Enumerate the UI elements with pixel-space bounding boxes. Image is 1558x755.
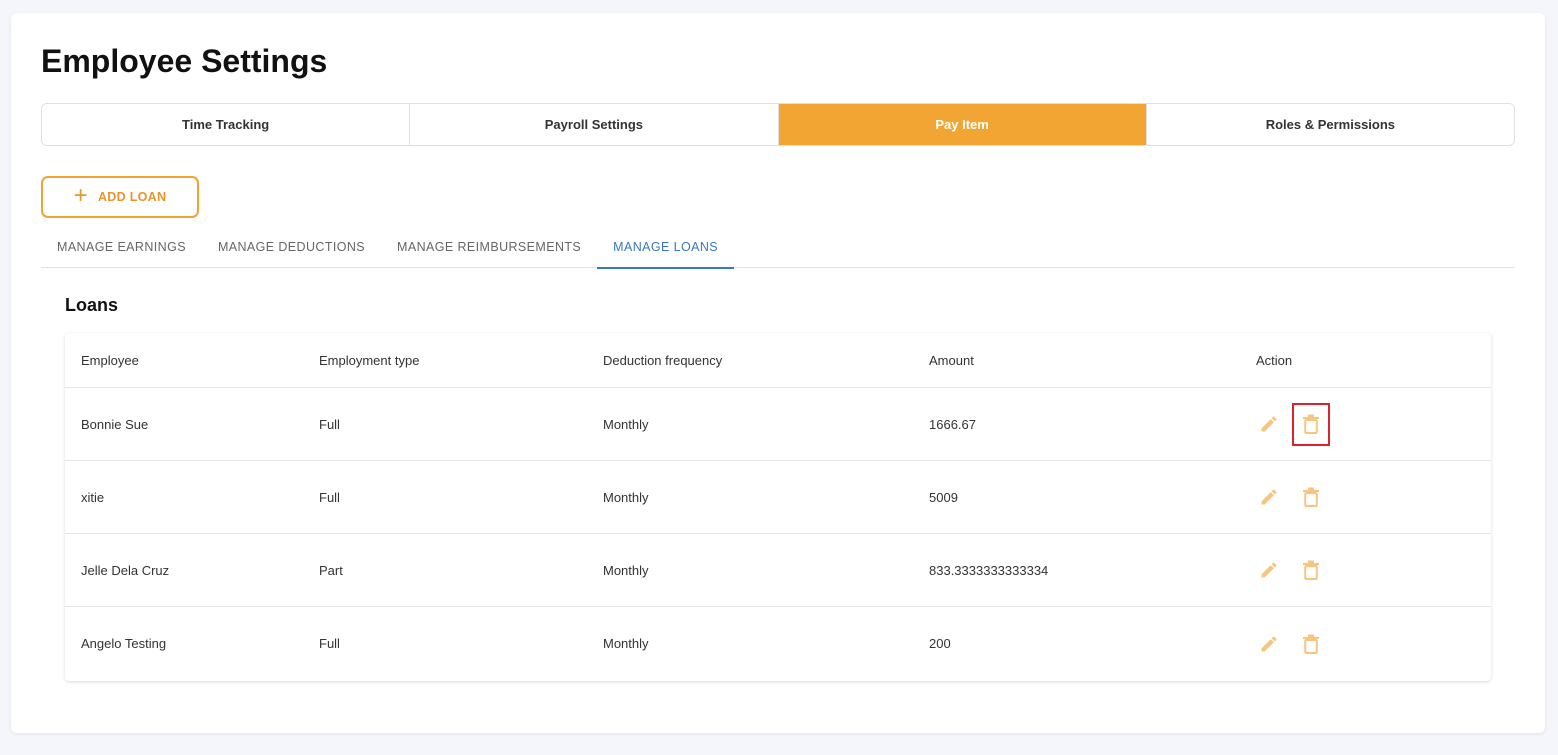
- pencil-icon[interactable]: [1256, 549, 1282, 592]
- header-employment-type: Employment type: [319, 352, 420, 368]
- subtab-manage-reimbursements[interactable]: MANAGE REIMBURSEMENTS: [381, 226, 597, 268]
- add-loan-button[interactable]: + ADD LOAN: [41, 176, 199, 218]
- table-row: xitie Full Monthly 5009: [65, 461, 1491, 534]
- cell-employee: Jelle Dela Cruz: [81, 562, 170, 578]
- table-header-row: Employee Employment type Deduction frequ…: [65, 333, 1491, 388]
- cell-actions: [1256, 622, 1491, 665]
- header-employee: Employee: [81, 352, 139, 368]
- cell-employment-type: Full: [319, 416, 340, 432]
- cell-actions: [1256, 402, 1491, 446]
- tab-time-tracking[interactable]: Time Tracking: [42, 104, 411, 145]
- trash-icon[interactable]: [1292, 402, 1330, 446]
- table-row: Angelo Testing Full Monthly 200: [65, 607, 1491, 680]
- cell-deduction-frequency: Monthly: [603, 562, 649, 578]
- pencil-icon[interactable]: [1256, 476, 1282, 519]
- subtab-manage-deductions[interactable]: MANAGE DEDUCTIONS: [202, 226, 381, 268]
- plus-icon: +: [73, 182, 88, 209]
- header-action: Action: [1256, 352, 1293, 368]
- loans-table: Employee Employment type Deduction frequ…: [65, 333, 1491, 681]
- top-tabs: Time Tracking Payroll Settings Pay Item …: [41, 103, 1515, 146]
- cell-deduction-frequency: Monthly: [603, 416, 649, 432]
- section-title: Loans: [65, 295, 119, 315]
- cell-amount: 200: [929, 636, 951, 651]
- cell-actions: [1256, 549, 1491, 592]
- subtab-manage-loans[interactable]: MANAGE LOANS: [597, 226, 734, 269]
- sub-tabs: MANAGE EARNINGS MANAGE DEDUCTIONS MANAGE…: [41, 226, 1515, 269]
- tab-pay-item[interactable]: Pay Item: [778, 104, 1147, 145]
- trash-icon[interactable]: [1292, 476, 1330, 519]
- cell-employee: Bonnie Sue: [81, 416, 149, 432]
- cell-actions: [1256, 476, 1491, 519]
- trash-icon[interactable]: [1292, 622, 1330, 665]
- cell-amount: 833.3333333333334: [929, 562, 1049, 578]
- add-loan-label: ADD LOAN: [97, 190, 167, 204]
- cell-employment-type: Part: [319, 562, 343, 578]
- header-deduction-frequency: Deduction frequency: [603, 352, 723, 368]
- cell-deduction-frequency: Monthly: [603, 636, 649, 651]
- cell-employee: xitie: [81, 489, 105, 505]
- tab-payroll-settings[interactable]: Payroll Settings: [410, 104, 779, 145]
- tab-roles-permissions[interactable]: Roles & Permissions: [1146, 104, 1514, 145]
- header-amount: Amount: [929, 352, 974, 368]
- cell-employment-type: Full: [319, 636, 340, 651]
- pencil-icon[interactable]: [1256, 622, 1282, 665]
- cell-employment-type: Full: [319, 489, 340, 505]
- page-title: Employee Settings: [41, 43, 328, 79]
- subtab-manage-earnings[interactable]: MANAGE EARNINGS: [41, 226, 202, 268]
- cell-amount: 5009: [929, 489, 958, 505]
- pencil-icon[interactable]: [1256, 403, 1282, 446]
- cell-amount: 1666.67: [929, 416, 976, 432]
- trash-icon[interactable]: [1292, 549, 1330, 592]
- cell-deduction-frequency: Monthly: [603, 489, 649, 505]
- cell-employee: Angelo Testing: [81, 636, 167, 651]
- table-row: Bonnie Sue Full Monthly 1666.67: [65, 388, 1491, 461]
- table-row: Jelle Dela Cruz Part Monthly 833.3333333…: [65, 534, 1491, 607]
- settings-card: Employee Settings Time Tracking Payroll …: [11, 13, 1545, 733]
